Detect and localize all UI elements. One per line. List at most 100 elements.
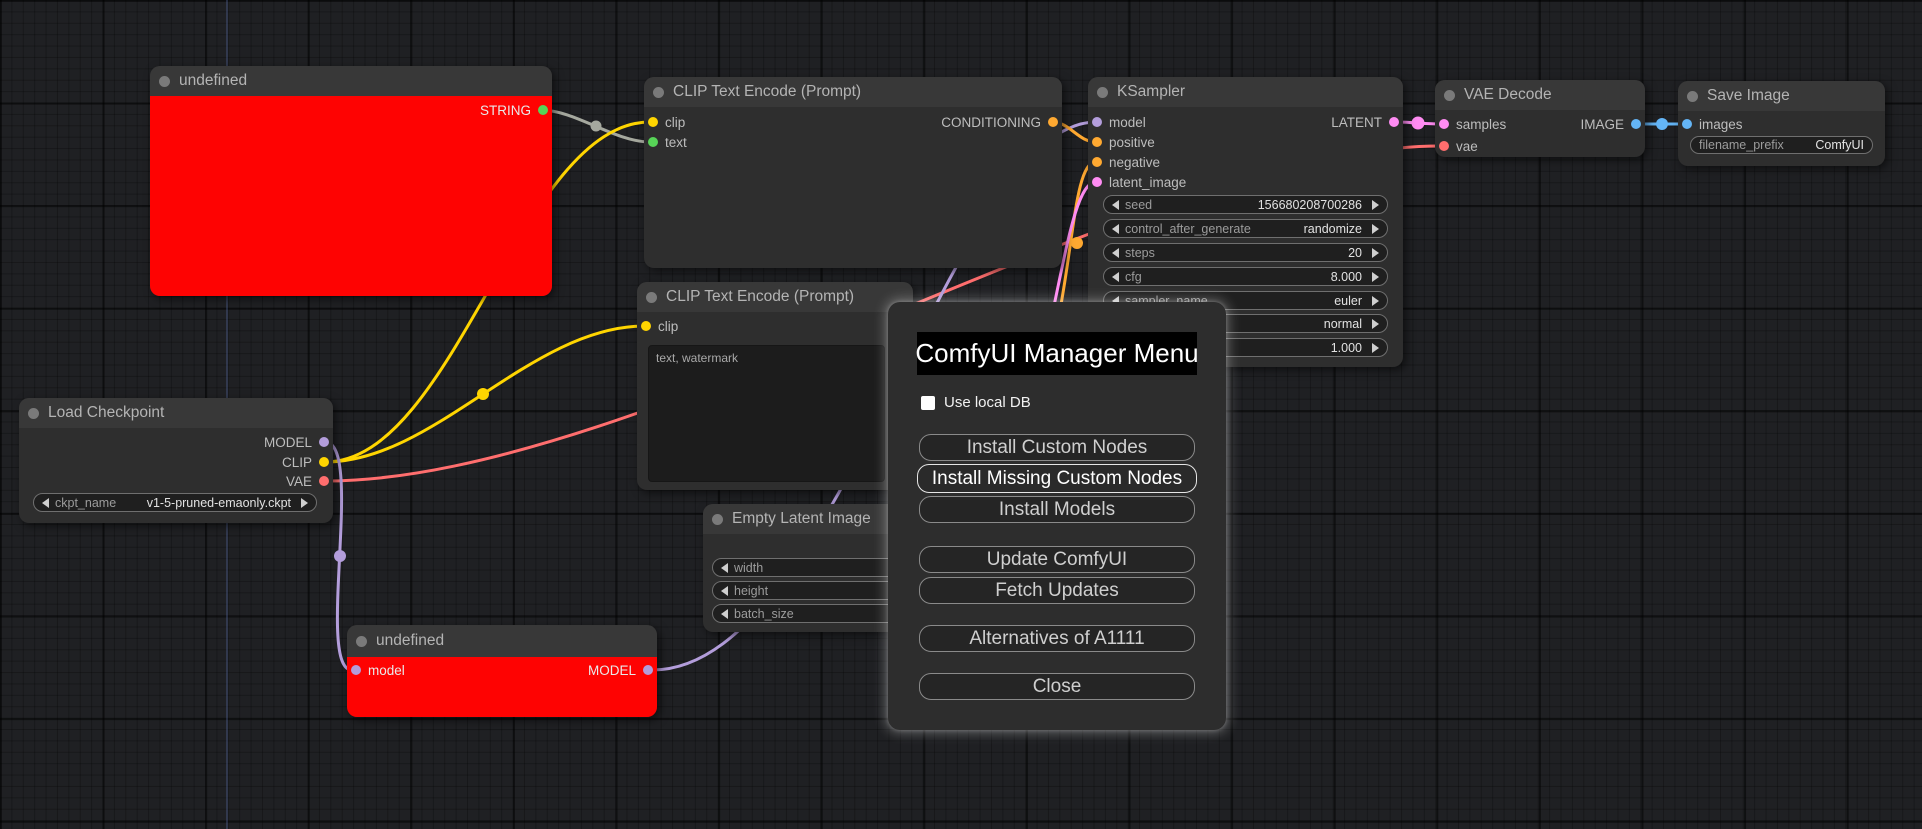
node-title-bar[interactable]: Empty Latent Image	[703, 504, 915, 534]
left-arrow-icon[interactable]	[721, 608, 728, 619]
clip-output-port[interactable]	[319, 457, 329, 467]
node-title-bar[interactable]: Save Image	[1678, 81, 1885, 111]
widget-label: ckpt_name	[55, 495, 117, 510]
model-input-port[interactable]	[351, 665, 361, 675]
node-save-image[interactable]: Save Image images filename_prefix ComfyU…	[1678, 81, 1885, 166]
right-arrow-icon[interactable]	[1372, 295, 1379, 306]
widget-seed[interactable]: seed 156680208700286	[1103, 195, 1388, 214]
close-button[interactable]: Close	[919, 673, 1195, 700]
port-label: positive	[1109, 134, 1155, 150]
latent-output-port[interactable]	[1389, 117, 1399, 127]
left-arrow-icon[interactable]	[1112, 247, 1119, 258]
right-arrow-icon[interactable]	[1372, 318, 1379, 329]
right-arrow-icon[interactable]	[1372, 223, 1379, 234]
node-graph-canvas[interactable]: undefined STRING CLIP Text Encode (Promp…	[0, 0, 1922, 829]
left-arrow-icon[interactable]	[1112, 223, 1119, 234]
install-models-button[interactable]: Install Models	[919, 496, 1195, 523]
prompt-textarea[interactable]: text, watermark	[648, 345, 885, 482]
clip-input-port[interactable]	[641, 321, 651, 331]
install-missing-custom-nodes-button[interactable]: Install Missing Custom Nodes	[917, 464, 1197, 493]
model-output-port[interactable]	[643, 665, 653, 675]
widget-control-after-generate[interactable]: control_after_generate randomize	[1103, 219, 1388, 238]
link-dot	[1411, 116, 1425, 130]
install-custom-nodes-button[interactable]: Install Custom Nodes	[919, 434, 1195, 461]
node-title-bar[interactable]: VAE Decode	[1435, 80, 1645, 110]
right-arrow-icon[interactable]	[301, 497, 308, 508]
alternatives-of-a1111-button[interactable]: Alternatives of A1111	[919, 625, 1195, 652]
model-input-port[interactable]	[1092, 117, 1102, 127]
node-title: KSampler	[1117, 83, 1186, 100]
string-output-port[interactable]	[538, 105, 548, 115]
link-dot	[590, 120, 602, 132]
node-title-bar[interactable]: undefined	[347, 625, 657, 657]
widget-cfg[interactable]: cfg 8.000	[1103, 267, 1388, 286]
right-arrow-icon[interactable]	[1372, 199, 1379, 210]
positive-input-port[interactable]	[1092, 137, 1102, 147]
widget-height[interactable]: height	[712, 581, 908, 600]
collapse-dot-icon[interactable]	[646, 291, 657, 303]
collapse-dot-icon[interactable]	[1097, 86, 1108, 98]
model-output-port[interactable]	[319, 437, 329, 447]
node-title-bar[interactable]: CLIP Text Encode (Prompt)	[637, 282, 913, 312]
node-title-bar[interactable]: undefined	[150, 66, 552, 96]
node-clip-text-encode-2[interactable]: CLIP Text Encode (Prompt) clip text, wat…	[637, 282, 913, 490]
collapse-dot-icon[interactable]	[159, 75, 170, 87]
port-label: model	[1109, 114, 1146, 130]
collapse-dot-icon[interactable]	[653, 86, 664, 98]
right-arrow-icon[interactable]	[1372, 342, 1379, 353]
fetch-updates-button[interactable]: Fetch Updates	[919, 577, 1195, 604]
left-arrow-icon[interactable]	[721, 562, 728, 573]
use-local-db-checkbox[interactable]	[921, 395, 935, 410]
port-label: LATENT	[1331, 114, 1382, 130]
link-dot	[1656, 118, 1668, 130]
node-undefined-top[interactable]: undefined STRING	[150, 66, 552, 296]
images-input-port[interactable]	[1682, 119, 1692, 129]
left-arrow-icon[interactable]	[1112, 271, 1119, 282]
node-load-checkpoint[interactable]: Load Checkpoint MODEL CLIP VAE ckpt_name…	[19, 398, 333, 523]
node-title-bar[interactable]: Load Checkpoint	[19, 398, 333, 428]
node-vae-decode[interactable]: VAE Decode samples vae IMAGE	[1435, 80, 1645, 157]
negative-input-port[interactable]	[1092, 157, 1102, 167]
node-title-bar[interactable]: CLIP Text Encode (Prompt)	[644, 77, 1062, 107]
node-title: Empty Latent Image	[732, 510, 871, 527]
port-label: clip	[665, 114, 686, 130]
collapse-dot-icon[interactable]	[712, 513, 723, 525]
vae-output-port[interactable]	[319, 476, 329, 486]
text-input-port[interactable]	[648, 137, 658, 147]
update-comfyui-button[interactable]: Update ComfyUI	[919, 546, 1195, 573]
node-undefined-bottom[interactable]: undefined model MODEL	[347, 625, 657, 717]
samples-input-port[interactable]	[1439, 119, 1449, 129]
widget-steps[interactable]: steps 20	[1103, 243, 1388, 262]
widget-value: 156680208700286	[1257, 197, 1362, 212]
collapse-dot-icon[interactable]	[1687, 90, 1698, 102]
node-empty-latent-image[interactable]: Empty Latent Image width height batch_si…	[703, 504, 915, 632]
widget-width[interactable]: width	[712, 558, 908, 577]
right-arrow-icon[interactable]	[1372, 271, 1379, 282]
node-title-bar[interactable]: KSampler	[1088, 77, 1403, 107]
image-output-port[interactable]	[1631, 119, 1641, 129]
vae-input-port[interactable]	[1439, 141, 1449, 151]
collapse-dot-icon[interactable]	[1444, 89, 1455, 101]
clip-input-port[interactable]	[648, 117, 658, 127]
widget-batch-size[interactable]: batch_size	[712, 604, 908, 623]
left-arrow-icon[interactable]	[1112, 199, 1119, 210]
widget-ckpt-name[interactable]: ckpt_name v1-5-pruned-emaonly.ckpt	[33, 493, 317, 512]
collapse-dot-icon[interactable]	[356, 635, 367, 647]
left-arrow-icon[interactable]	[42, 497, 49, 508]
latent-image-input-port[interactable]	[1092, 177, 1102, 187]
conditioning-output-port[interactable]	[1048, 117, 1058, 127]
error-node-body	[150, 96, 552, 296]
collapse-dot-icon[interactable]	[28, 407, 39, 419]
node-title: undefined	[376, 632, 445, 649]
right-arrow-icon[interactable]	[1372, 247, 1379, 258]
node-clip-text-encode-1[interactable]: CLIP Text Encode (Prompt) clip text COND…	[644, 77, 1062, 268]
link-dot	[477, 388, 489, 400]
widget-label: width	[734, 560, 764, 575]
widget-label: seed	[1125, 197, 1153, 212]
widget-filename-prefix[interactable]: filename_prefix ComfyUI	[1690, 136, 1873, 154]
port-label: CONDITIONING	[941, 114, 1041, 130]
node-title: Save Image	[1707, 87, 1790, 104]
left-arrow-icon[interactable]	[721, 585, 728, 596]
use-local-db-row[interactable]: Use local DB	[921, 394, 1031, 411]
dialog-title: ComfyUI Manager Menu	[915, 332, 1199, 375]
